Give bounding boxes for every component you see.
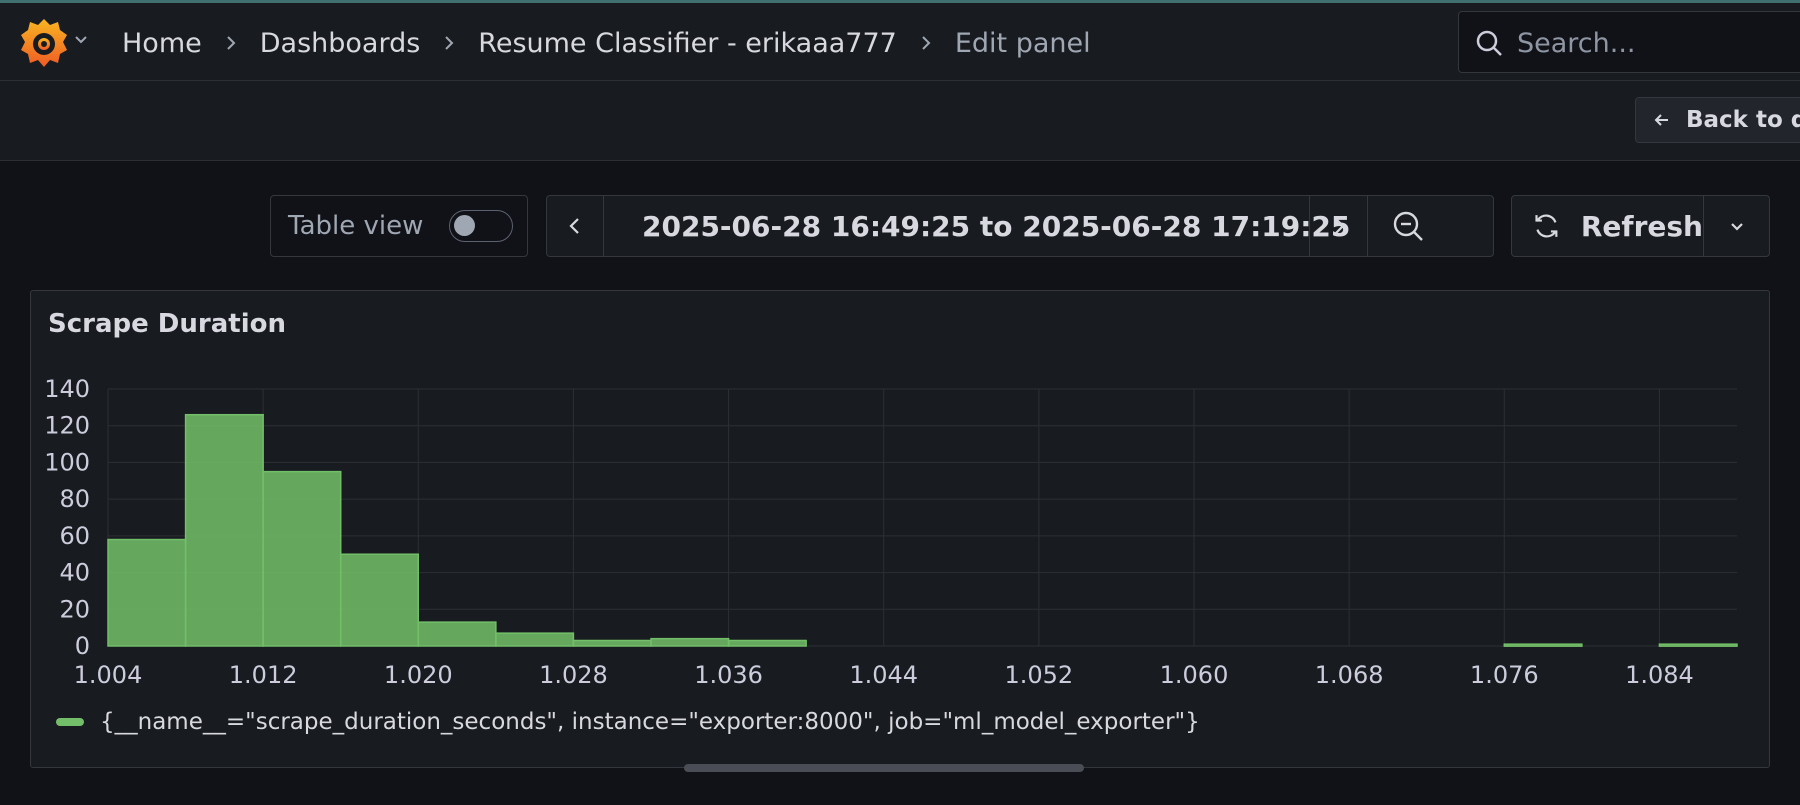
- y-tick-label: 100: [44, 448, 90, 476]
- time-shift-back-button[interactable]: [547, 196, 604, 256]
- search-box[interactable]: [1458, 11, 1800, 73]
- chart-legend[interactable]: {__name__="scrape_duration_seconds", ins…: [56, 709, 1200, 735]
- arrow-left-icon: [1654, 114, 1668, 126]
- y-tick-label: 0: [75, 632, 90, 660]
- breadcrumb-home[interactable]: Home: [122, 28, 202, 59]
- histogram-bar: [1503, 643, 1583, 647]
- table-view-switch[interactable]: [449, 210, 513, 242]
- back-to-dashboard-button[interactable]: Back to da: [1635, 97, 1800, 143]
- y-tick-label: 20: [59, 595, 90, 623]
- chevron-down-icon[interactable]: [73, 31, 89, 47]
- histogram-bar: [184, 413, 264, 647]
- histogram-chart[interactable]: 0 20 40 60 80 100 120 140 1.004 1.012 1.020 1.028 1.…: [31, 291, 1769, 701]
- refresh-icon: [1535, 214, 1558, 238]
- zoom-out-icon: [1393, 211, 1423, 241]
- histogram-bar: [417, 621, 497, 647]
- y-tick-label: 120: [44, 412, 90, 440]
- x-tick-label: 1.084: [1625, 661, 1694, 689]
- x-tick-label: 1.028: [539, 661, 608, 689]
- time-range-button[interactable]: 2025-06-28 16:49:25 to 2025-06-28 17:19:…: [604, 196, 1350, 256]
- back-button-label: Back to da: [1686, 107, 1800, 133]
- histogram-bar: [1658, 643, 1738, 647]
- refresh-picker: Refresh: [1511, 195, 1770, 257]
- x-tick-label: 1.076: [1470, 661, 1539, 689]
- refresh-label: Refresh: [1580, 209, 1703, 243]
- y-tick-label: 60: [59, 522, 90, 550]
- refresh-interval-dropdown[interactable]: [1705, 196, 1769, 256]
- x-tick-label: 1.012: [229, 661, 298, 689]
- refresh-button[interactable]: Refresh: [1512, 196, 1704, 256]
- time-range-text: 2025-06-28 16:49:25 to 2025-06-28 17:19:…: [642, 209, 1351, 243]
- y-tick-label: 40: [59, 559, 90, 587]
- chevron-right-icon: [227, 36, 236, 50]
- histogram-bar: [107, 538, 187, 647]
- top-navbar: Home Dashboards Resume Classifier - erik…: [0, 3, 1800, 81]
- chevron-right-icon: [922, 36, 931, 50]
- chevron-down-icon: [1731, 223, 1743, 231]
- x-tick-label: 1.020: [384, 661, 453, 689]
- breadcrumb: Home Dashboards Resume Classifier - erik…: [122, 21, 1091, 65]
- histogram-bar: [650, 637, 730, 647]
- zoom-out-button[interactable]: [1368, 196, 1494, 256]
- table-view-toggle[interactable]: Table view: [270, 195, 528, 257]
- breadcrumb-dashboard[interactable]: Resume Classifier - erikaaa777: [478, 28, 897, 59]
- switch-knob: [454, 215, 475, 236]
- histogram-bar: [495, 632, 575, 647]
- time-range-picker: 2025-06-28 16:49:25 to 2025-06-28 17:19:…: [546, 195, 1494, 257]
- x-tick-label: 1.036: [694, 661, 763, 689]
- x-tick-label: 1.044: [849, 661, 918, 689]
- edit-toolbar: Back to da: [0, 81, 1800, 161]
- histogram-bar: [727, 639, 807, 647]
- horizontal-scrollbar[interactable]: [684, 764, 1084, 772]
- table-view-label: Table view: [288, 211, 424, 241]
- y-tick-label: 140: [44, 375, 90, 403]
- histogram-bar: [339, 553, 420, 647]
- legend-label: {__name__="scrape_duration_seconds", ins…: [100, 709, 1200, 735]
- y-tick-label: 80: [59, 485, 90, 513]
- histogram-bar: [572, 639, 652, 647]
- histogram-panel[interactable]: Scrape Duration 0 20 40 60 80 100 120 140 1.004 1…: [30, 290, 1770, 768]
- chevron-left-icon: [569, 218, 579, 234]
- breadcrumb-dashboards[interactable]: Dashboards: [260, 28, 421, 59]
- legend-swatch: [56, 718, 84, 726]
- search-icon: [1476, 30, 1502, 56]
- x-tick-label: 1.068: [1315, 661, 1384, 689]
- histogram-bar: [262, 470, 342, 647]
- x-tick-label: 1.052: [1004, 661, 1073, 689]
- x-tick-label: 1.004: [74, 661, 143, 689]
- time-shift-forward-button[interactable]: [1311, 196, 1368, 256]
- grafana-logo-icon[interactable]: [20, 18, 68, 68]
- chevron-right-icon: [1335, 218, 1345, 234]
- chevron-right-icon: [445, 36, 454, 50]
- breadcrumb-current: Edit panel: [954, 27, 1091, 59]
- search-input[interactable]: [1515, 22, 1789, 64]
- x-tick-label: 1.060: [1160, 661, 1229, 689]
